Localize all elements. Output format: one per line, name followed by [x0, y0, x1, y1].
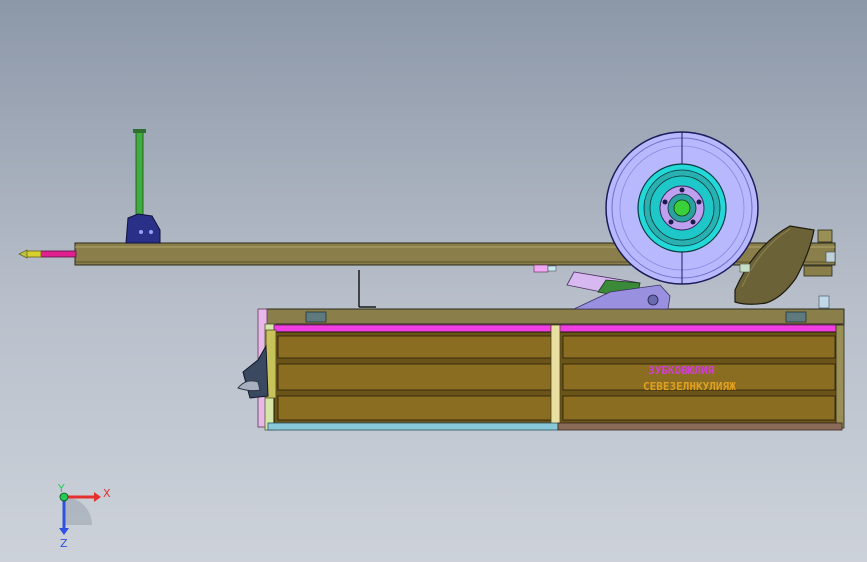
- x-axis-label: X: [103, 487, 111, 500]
- z-axis-arrow-icon: [59, 528, 69, 535]
- orientation-triad[interactable]: X Y Z: [57, 482, 111, 550]
- cargo-box[interactable]: ЗУБКОВЮЛИЯ СЕВЕЗЕЛНКУЛИЯЖ: [257, 308, 845, 431]
- hitch-coupling[interactable]: [18, 249, 77, 259]
- x-axis-arrow-icon: [94, 492, 101, 502]
- z-axis-label: Z: [60, 537, 68, 550]
- jack-stand[interactable]: [125, 129, 161, 244]
- y-axis-label: Y: [57, 482, 65, 495]
- rear-end-bracket[interactable]: [237, 329, 277, 399]
- cad-viewport[interactable]: ЗУБКОВЮЛИЯ СЕВЕЗЕЛНКУЛИЯЖ X Y Z: [0, 0, 867, 562]
- wheel[interactable]: [605, 131, 759, 285]
- box-label-top: ЗУБКОВЮЛИЯ: [648, 364, 715, 377]
- trailer-model-view[interactable]: ЗУБКОВЮЛИЯ СЕВЕЗЕЛНКУЛИЯЖ X Y Z: [0, 0, 867, 562]
- support-rod: [358, 270, 376, 308]
- box-label-bottom: СЕВЕЗЕЛНКУЛИЯЖ: [643, 380, 736, 393]
